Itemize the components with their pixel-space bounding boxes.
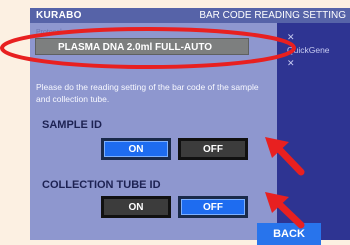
brand-mark-bottom-icon: ✕ xyxy=(287,58,295,68)
header-bar: KURABO BAR CODE READING SETTING xyxy=(30,8,350,23)
back-button[interactable]: BACK xyxy=(257,223,321,245)
protocol-value: PLASMA DNA 2.0ml FULL-AUTO xyxy=(35,38,249,55)
screen-title: BAR CODE READING SETTING xyxy=(199,10,346,21)
instruction-text: Please do the reading setting of the bar… xyxy=(36,82,259,104)
sample-id-label: SAMPLE ID xyxy=(42,119,102,131)
collection-tube-id-on-button[interactable]: ON xyxy=(101,196,171,218)
collection-tube-id-label: COLLECTION TUBE ID xyxy=(42,179,161,191)
side-panel: ✕ QuickGene ✕ xyxy=(277,23,350,240)
protocol-label: Protocol xyxy=(36,29,62,36)
sample-id-on-button[interactable]: ON xyxy=(101,138,171,160)
collection-tube-id-off-button[interactable]: OFF xyxy=(178,196,248,218)
brand-name: QuickGene xyxy=(287,45,330,55)
brand-mark-top-icon: ✕ xyxy=(287,32,295,42)
quickgene-brand: ✕ QuickGene ✕ xyxy=(287,31,330,70)
kurabo-logo: KURABO xyxy=(36,10,82,21)
sample-id-off-button[interactable]: OFF xyxy=(178,138,248,160)
